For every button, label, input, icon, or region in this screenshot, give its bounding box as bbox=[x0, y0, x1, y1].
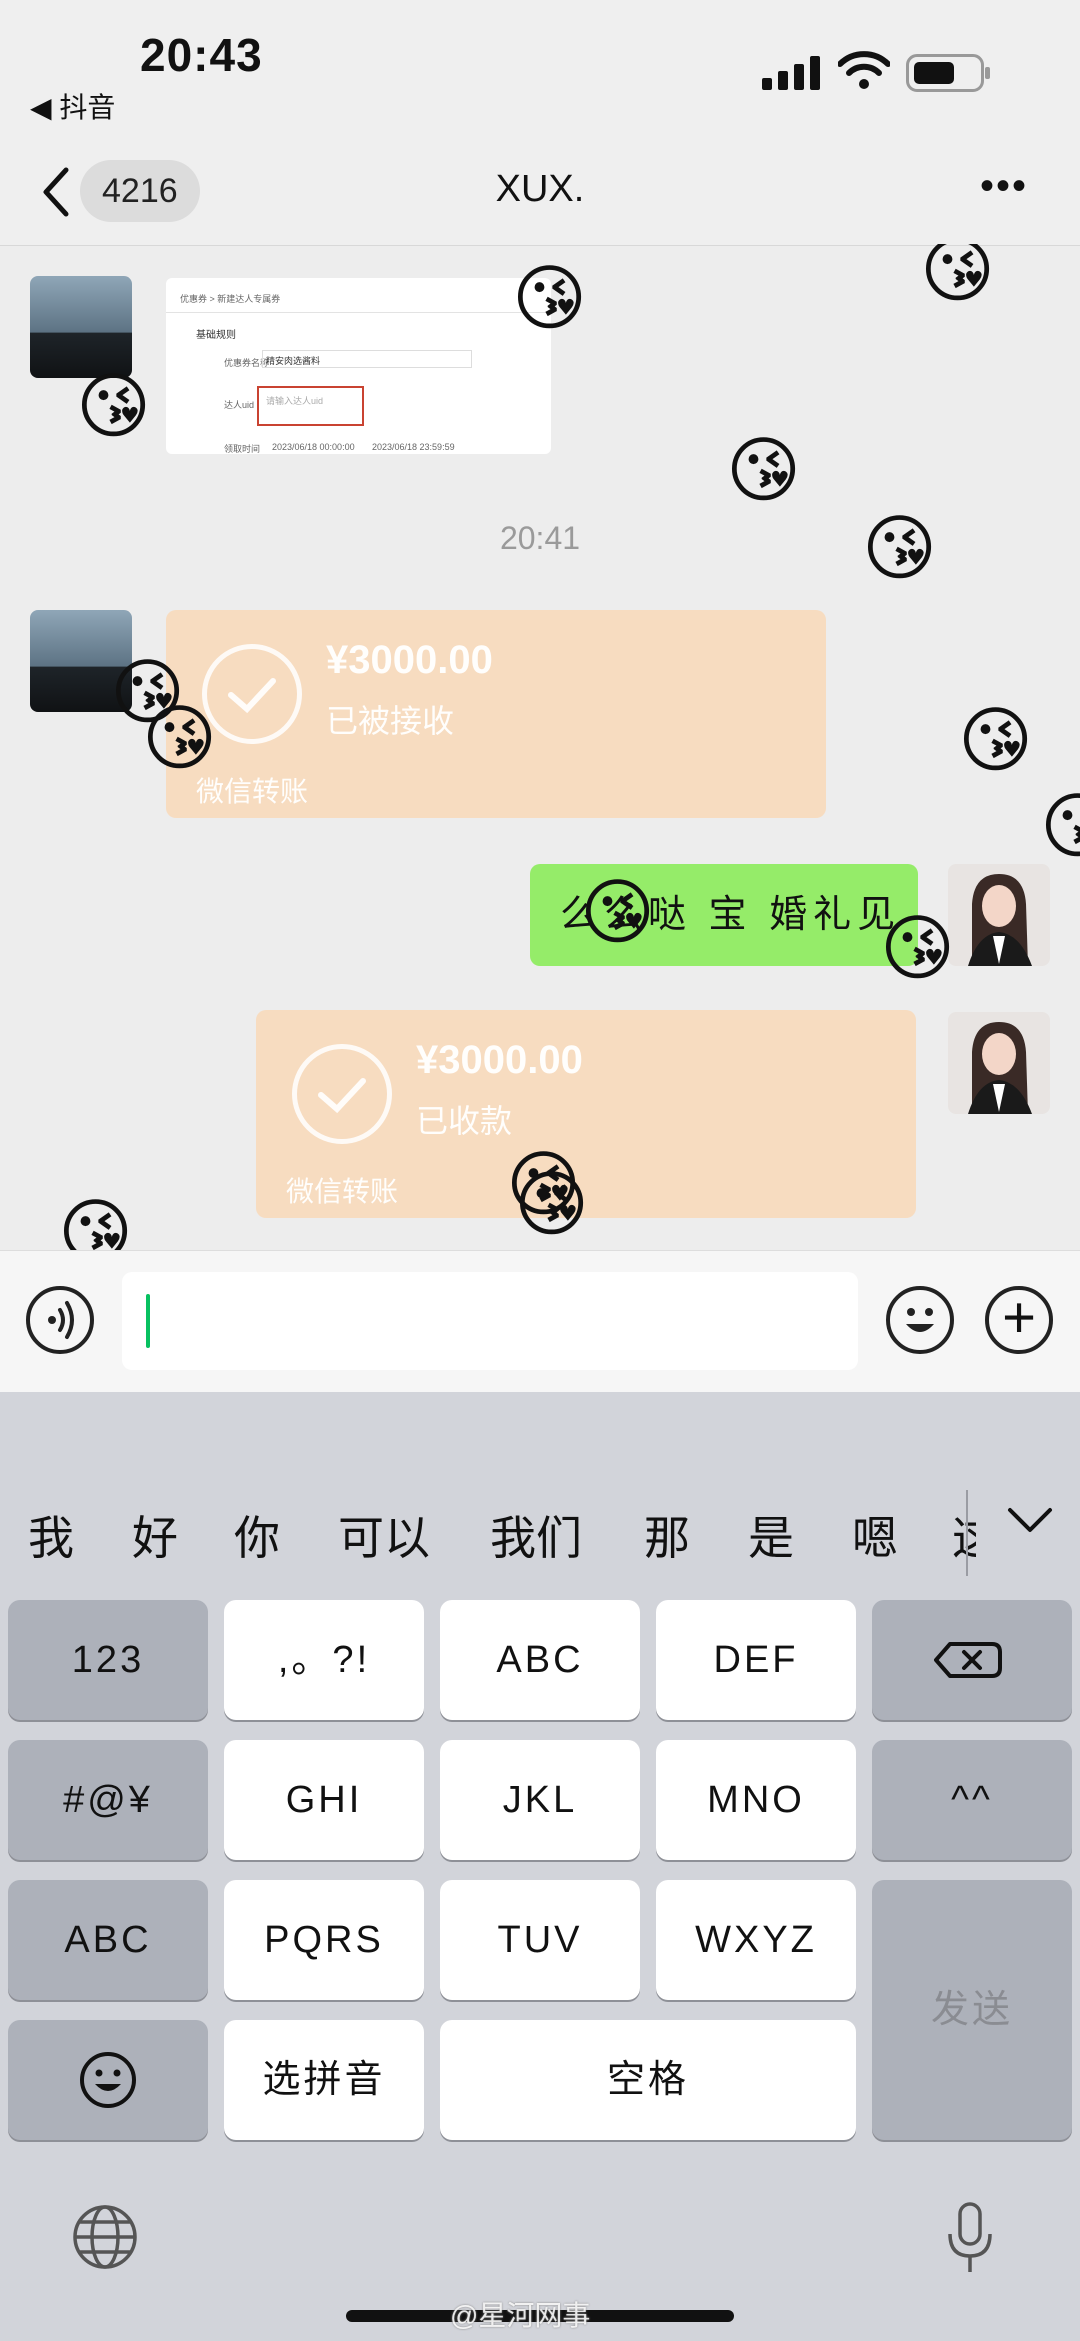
key-symbols[interactable]: #@¥ bbox=[8, 1740, 208, 1860]
cellular-signal-icon bbox=[762, 56, 820, 90]
kiss-emoji: 😘 bbox=[862, 506, 938, 590]
candidate-divider bbox=[966, 1490, 968, 1576]
kiss-emoji: 😘 bbox=[580, 870, 656, 954]
backspace-key[interactable] bbox=[872, 1600, 1072, 1720]
candidate-word[interactable]: 那 bbox=[644, 1502, 690, 1568]
kiss-emoji: 😘 bbox=[1040, 784, 1080, 868]
microphone-icon[interactable] bbox=[940, 2200, 1000, 2276]
image-text: 基础规则 bbox=[196, 330, 236, 341]
kiss-emoji: 😘 bbox=[726, 428, 802, 512]
kiss-emoji: 😘 bbox=[76, 364, 152, 448]
key-mno[interactable]: MNO bbox=[656, 1740, 856, 1860]
key-ghi[interactable]: GHI bbox=[224, 1740, 424, 1860]
candidate-word[interactable]: 这 bbox=[952, 1502, 976, 1568]
more-actions-plus-button[interactable]: + bbox=[985, 1286, 1053, 1354]
candidate-word[interactable]: 是 bbox=[748, 1502, 794, 1568]
kiss-emoji: 😘 bbox=[142, 696, 218, 780]
battery-icon bbox=[906, 54, 990, 92]
transfer-status: 已被接收 bbox=[326, 703, 455, 739]
image-text: 请输入达人uid bbox=[266, 396, 324, 406]
voice-input-button[interactable] bbox=[26, 1286, 94, 1354]
image-text: 达人uid bbox=[224, 400, 255, 410]
candidate-word[interactable]: 你 bbox=[234, 1502, 280, 1568]
image-text: 优惠券 > 新建达人专属券 bbox=[180, 294, 281, 304]
key-pqrs[interactable]: PQRS bbox=[224, 1880, 424, 2000]
backspace-icon bbox=[934, 1642, 1002, 1678]
transfer-message[interactable]: ¥3000.00 已被接收 微信转账 bbox=[166, 610, 826, 818]
candidate-word[interactable]: 我 bbox=[28, 1502, 74, 1568]
chat-title: XUX. bbox=[495, 168, 585, 210]
transfer-amount: ¥3000.00 bbox=[326, 638, 493, 682]
emoji-key[interactable] bbox=[8, 2020, 208, 2140]
image-text: 2023/06/18 00:00:00 bbox=[272, 442, 355, 452]
watermark: @星河网事 bbox=[450, 2300, 591, 2331]
back-to-app-link[interactable]: ◀ 抖音 bbox=[30, 86, 115, 126]
key-123[interactable]: 123 bbox=[8, 1600, 208, 1720]
kiss-emoji: 😘 bbox=[958, 698, 1034, 782]
key-tuv[interactable]: TUV bbox=[440, 1880, 640, 2000]
image-text: 精安肉选酱料 bbox=[266, 356, 321, 366]
space-key[interactable]: 空格 bbox=[440, 2020, 856, 2140]
key-wxyz[interactable]: WXYZ bbox=[656, 1880, 856, 2000]
candidate-word[interactable]: 嗯 bbox=[852, 1502, 898, 1568]
kiss-emoji: 😘 bbox=[512, 256, 588, 340]
kiss-emoji: 😘 bbox=[920, 228, 996, 312]
chevron-down-icon[interactable] bbox=[1000, 1500, 1060, 1540]
key-select-pinyin[interactable]: 选拼音 bbox=[224, 2020, 424, 2140]
candidate-word[interactable]: 可以 bbox=[338, 1502, 430, 1568]
candidate-word[interactable]: 我们 bbox=[490, 1502, 582, 1568]
key-punctuation[interactable]: ,。?! bbox=[224, 1600, 424, 1720]
my-avatar[interactable] bbox=[948, 1012, 1050, 1114]
image-text: 2023/06/18 23:59:59 bbox=[372, 442, 455, 452]
kiss-emoji: 😘 bbox=[514, 1162, 590, 1246]
status-time: 20:43 bbox=[140, 29, 263, 81]
transfer-footer: 微信转账 bbox=[286, 1176, 399, 1207]
transfer-amount: ¥3000.00 bbox=[416, 1038, 583, 1082]
smiley-icon bbox=[80, 2052, 136, 2108]
image-message[interactable]: 优惠券 > 新建达人专属券 基础规则 优惠券名称 精安肉选酱料 达人uid 请输… bbox=[166, 278, 551, 454]
text-caret bbox=[146, 1294, 150, 1348]
candidate-bar: 我 好 你 可以 我们 那 是 嗯 这 bbox=[0, 1470, 1080, 1600]
wifi-icon bbox=[838, 51, 890, 89]
key-jkl[interactable]: JKL bbox=[440, 1740, 640, 1860]
my-avatar[interactable] bbox=[948, 864, 1050, 966]
globe-icon[interactable] bbox=[70, 2202, 140, 2272]
message-input[interactable] bbox=[122, 1272, 858, 1370]
kiss-emoji: 😘 bbox=[880, 906, 956, 990]
transfer-status: 已收款 bbox=[416, 1103, 513, 1139]
candidate-word[interactable]: 好 bbox=[132, 1502, 178, 1568]
contact-avatar[interactable] bbox=[30, 276, 132, 378]
key-abc-switch[interactable]: ABC bbox=[8, 1880, 208, 2000]
send-key[interactable]: 发送 bbox=[872, 1880, 1072, 2140]
key-def[interactable]: DEF bbox=[656, 1600, 856, 1720]
key-kaomoji[interactable]: ^^ bbox=[872, 1740, 1072, 1860]
check-circle-icon bbox=[292, 1044, 392, 1144]
more-options-button[interactable]: ••• bbox=[980, 164, 1028, 209]
key-abc[interactable]: ABC bbox=[440, 1600, 640, 1720]
emoji-button[interactable] bbox=[886, 1286, 954, 1354]
image-text: 领取时间 bbox=[224, 444, 261, 454]
